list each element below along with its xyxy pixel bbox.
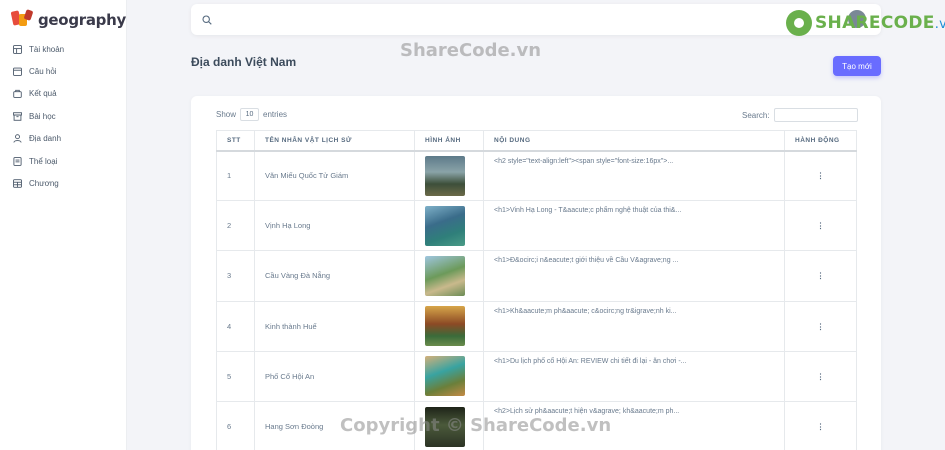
archive-icon — [13, 112, 22, 121]
page-size-control: Show 10 entries — [216, 108, 287, 121]
sharecode-logo-icon — [786, 10, 812, 36]
table-row: 5 Phố Cổ Hội An <h1>Du lịch phố cổ Hội A… — [216, 350, 857, 402]
sidebar-item-label: Thể loại — [29, 156, 58, 166]
search-icon — [202, 14, 212, 25]
table-header-row: STT TÊN NHÂN VẬT LỊCH SỬ HÌNH ẢNH NỘI DU… — [216, 130, 857, 152]
row-action-menu[interactable]: ⋮ — [784, 149, 857, 202]
place-image — [425, 205, 465, 246]
row-content: <h1>Đ&ocirc;i n&eacute;t giới thiệu về C… — [483, 250, 785, 302]
row-image-cell — [414, 149, 484, 202]
row-content: <h1>Kh&aacute;m ph&aacute; c&ocirc;ng tr… — [483, 300, 785, 352]
row-action-menu[interactable]: ⋮ — [784, 300, 857, 352]
brand-suffix: .vn — [934, 17, 945, 32]
app-logo[interactable]: geography — [10, 9, 126, 31]
grid-icon — [13, 44, 22, 54]
sidebar-item-label: Tài khoản — [29, 44, 65, 54]
sharecode-logo: SHARECODE.vn — [786, 10, 945, 36]
row-image-cell — [414, 200, 484, 252]
global-search-input[interactable] — [220, 14, 820, 25]
row-stt: 3 — [216, 250, 255, 302]
column-header-content[interactable]: NỘI DUNG — [483, 130, 785, 152]
row-name: Vịnh Hạ Long — [254, 200, 415, 252]
bag-icon — [13, 90, 22, 99]
show-label: Show — [216, 110, 237, 119]
sidebar-item-cau-hoi[interactable]: Câu hỏi — [0, 60, 127, 82]
place-image — [425, 356, 465, 397]
page-size-select[interactable]: 10 — [240, 108, 260, 121]
top-search-bar — [191, 4, 881, 35]
column-header-stt[interactable]: STT — [216, 130, 255, 152]
row-image-cell — [414, 300, 484, 352]
watermark-bottom: Copyright © ShareCode.vn — [340, 415, 612, 436]
row-image-cell — [414, 350, 484, 402]
calendar-icon — [13, 67, 22, 76]
row-stt: 4 — [216, 300, 255, 352]
logo-icon — [10, 9, 34, 31]
column-header-image[interactable]: HÌNH ẢNH — [414, 130, 484, 152]
row-action-menu[interactable]: ⋮ — [784, 200, 857, 252]
row-stt: 5 — [216, 350, 255, 402]
column-header-name[interactable]: TÊN NHÂN VẬT LỊCH SỬ — [254, 130, 415, 152]
logo-text: geography — [38, 11, 126, 29]
sidebar-item-label: Địa danh — [29, 134, 62, 144]
row-content: <h1>Vinh Hạ Long - T&aacute;c phẩm nghệ … — [483, 200, 785, 252]
user-icon — [13, 134, 22, 143]
row-content: <h1>Du lịch phố cổ Hội An: REVIEW chi ti… — [483, 350, 785, 402]
table-row: 2 Vịnh Hạ Long <h1>Vinh Hạ Long - T&aacu… — [216, 200, 857, 252]
row-stt: 1 — [216, 149, 255, 202]
table-row: 1 Văn Miếu Quốc Tử Giám <h2 style="text-… — [216, 149, 857, 202]
sidebar-item-tai-khoan[interactable]: Tài khoản — [0, 38, 127, 60]
row-name: Văn Miếu Quốc Tử Giám — [254, 149, 415, 202]
sidebar-item-ket-qua[interactable]: Kết quả — [0, 83, 127, 105]
row-name: Phố Cổ Hội An — [254, 350, 415, 402]
row-image-cell — [414, 250, 484, 302]
place-image — [425, 255, 465, 296]
sidebar-menu: Tài khoản Câu hỏi Kết quả Bài học Địa da… — [0, 38, 127, 195]
sidebar-item-bai-hoc[interactable]: Bài học — [0, 105, 127, 127]
create-button[interactable]: Tạo mới — [833, 56, 881, 76]
row-name: Cầu Vàng Đà Nẵng — [254, 250, 415, 302]
row-action-menu[interactable]: ⋮ — [784, 350, 857, 402]
document-icon — [13, 156, 22, 166]
page-title: Địa danh Việt Nam — [191, 55, 297, 69]
table-search-input[interactable] — [773, 108, 858, 122]
sidebar-item-label: Bài học — [29, 111, 56, 121]
row-action-menu[interactable]: ⋮ — [784, 250, 857, 302]
entries-label: entries — [263, 110, 288, 119]
data-table-card: Show 10 entries Search: STT TÊN NHÂN VẬT… — [191, 96, 881, 450]
sidebar-item-the-loai[interactable]: Thể loại — [0, 150, 127, 172]
sidebar-item-chuong[interactable]: Chương — [0, 172, 127, 194]
column-header-action: HÀNH ĐỘNG — [784, 130, 857, 152]
sidebar-item-label: Câu hỏi — [29, 67, 57, 77]
watermark-top: ShareCode.vn — [400, 40, 542, 61]
table-search-control: Search: — [742, 108, 858, 122]
row-stt: 6 — [216, 400, 255, 450]
sidebar-item-dia-danh[interactable]: Địa danh — [0, 128, 127, 150]
sidebar-item-label: Kết quả — [29, 89, 57, 99]
row-name: Kinh thành Huế — [254, 300, 415, 352]
row-action-menu[interactable]: ⋮ — [784, 400, 857, 450]
table-icon — [13, 179, 22, 188]
row-content: <h2 style="text-align:left"><span style=… — [483, 149, 785, 202]
brand-name: SHARECODE — [815, 13, 935, 33]
places-table: STT TÊN NHÂN VẬT LỊCH SỬ HÌNH ẢNH NỘI DU… — [216, 130, 857, 450]
row-stt: 2 — [216, 200, 255, 252]
search-label: Search: — [742, 110, 770, 120]
sidebar: geography Tài khoản Câu hỏi Kết quả Bài … — [0, 0, 127, 450]
place-image — [425, 155, 465, 196]
place-image — [425, 306, 465, 347]
table-row: 4 Kinh thành Huế <h1>Kh&aacute;m ph&aacu… — [216, 300, 857, 352]
sidebar-item-label: Chương — [29, 179, 59, 189]
table-row: 3 Cầu Vàng Đà Nẵng <h1>Đ&ocirc;i n&eacut… — [216, 250, 857, 302]
